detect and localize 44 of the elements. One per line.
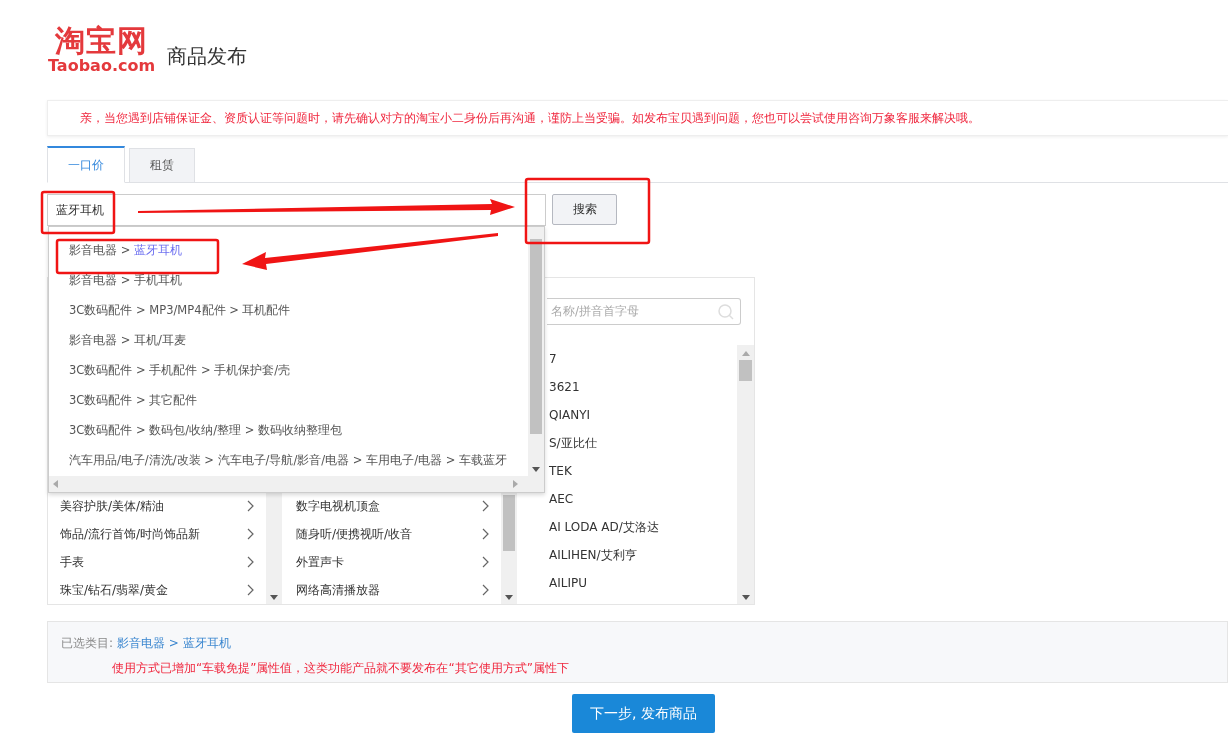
logo-subtitle: Taobao.com: [48, 58, 156, 74]
category-item[interactable]: 饰品/流行首饰/时尚饰品新: [48, 520, 266, 548]
category-label: 数字电视机顶盒: [296, 497, 380, 515]
category-item[interactable]: 网络高清播放器: [284, 576, 501, 604]
brand-item[interactable]: 3621: [549, 373, 737, 401]
brand-item[interactable]: AILIPU: [549, 569, 737, 597]
category-label: 饰品/流行首饰/时尚饰品新: [60, 525, 201, 543]
suggestion-item[interactable]: 影音电器 > 耳机/耳麦: [69, 325, 186, 355]
category-item[interactable]: 外置声卡: [284, 548, 501, 576]
suggestion-item[interactable]: 汽车用品/电子/清洗/改装 > 汽车电子/导航/影音/电器 > 车用电子/电器 > 车载蓝牙: [69, 445, 507, 475]
notice-banner: 亲，当您遇到店铺保证金、资质认证等问题时，请先确认对方的淘宝小二身份后再沟通，谨防上当受骗。如发布宝贝遇到问题，您也可以尝试使用咨询万象客服来解决哦。: [47, 100, 1228, 136]
category-label: 随身听/便携视听/收音: [296, 525, 413, 543]
logo: 淘宝网: [55, 26, 149, 56]
brand-item[interactable]: 7: [549, 345, 737, 373]
tab[interactable]: 租赁: [129, 148, 195, 183]
category-label: 美容护肤/美体/精油: [60, 497, 165, 515]
brand-item[interactable]: AEC: [549, 485, 737, 513]
brand-item[interactable]: TEK: [549, 457, 737, 485]
category-label: 手表: [60, 553, 84, 571]
category-item[interactable]: 随身听/便携视听/收音: [284, 520, 501, 548]
suggestion-item[interactable]: 3C数码配件 > MP3/MP4配件 > 耳机配件: [69, 295, 291, 325]
tab[interactable]: 一口价: [47, 146, 125, 183]
warning-text: 使用方式已增加“车载免提”属性值，这类功能产品就不要发布在“其它使用方式”属性下: [112, 660, 570, 677]
category-path: 影音电器 > 蓝牙耳机: [116, 636, 231, 650]
category-item[interactable]: 数字电视机顶盒: [284, 492, 501, 520]
suggestion-item[interactable]: 3C数码配件 > 数码包/收纳/整理 > 数码收纳整理包: [69, 415, 342, 445]
suggestion-item[interactable]: 影音电器 > 手机耳机: [69, 265, 182, 295]
category-label: 网络高清播放器: [296, 581, 380, 599]
category-item[interactable]: 美容护肤/美体/精油: [48, 492, 266, 520]
category-item[interactable]: 珠宝/钻石/翡翠/黄金: [48, 576, 266, 604]
suggestion-item[interactable]: 3C数码配件 > 手机配件 > 手机保护套/壳: [69, 355, 291, 385]
category-label: 珠宝/钻石/翡翠/黄金: [60, 581, 169, 599]
suggestion-item[interactable]: 影音电器 > 蓝牙耳机: [69, 235, 182, 265]
brand-item[interactable]: QIANYI: [549, 401, 737, 429]
brand-item[interactable]: S/亚比仕: [549, 429, 737, 457]
next-step-button[interactable]: 下一步, 发布商品: [572, 694, 715, 733]
category-item[interactable]: 手表: [48, 548, 266, 576]
category-label: 外置声卡: [296, 553, 344, 571]
selected-category-label: 已选类目:: [61, 636, 114, 650]
brand-item[interactable]: AILIHEN/艾利亨: [549, 541, 737, 569]
suggestion-item[interactable]: 3C数码配件 > 其它配件: [69, 385, 198, 415]
brand-item[interactable]: AI LODA AD/艾洛达: [549, 513, 737, 541]
page-title: 商品发布: [167, 42, 248, 70]
search-button[interactable]: 搜索: [552, 194, 617, 225]
